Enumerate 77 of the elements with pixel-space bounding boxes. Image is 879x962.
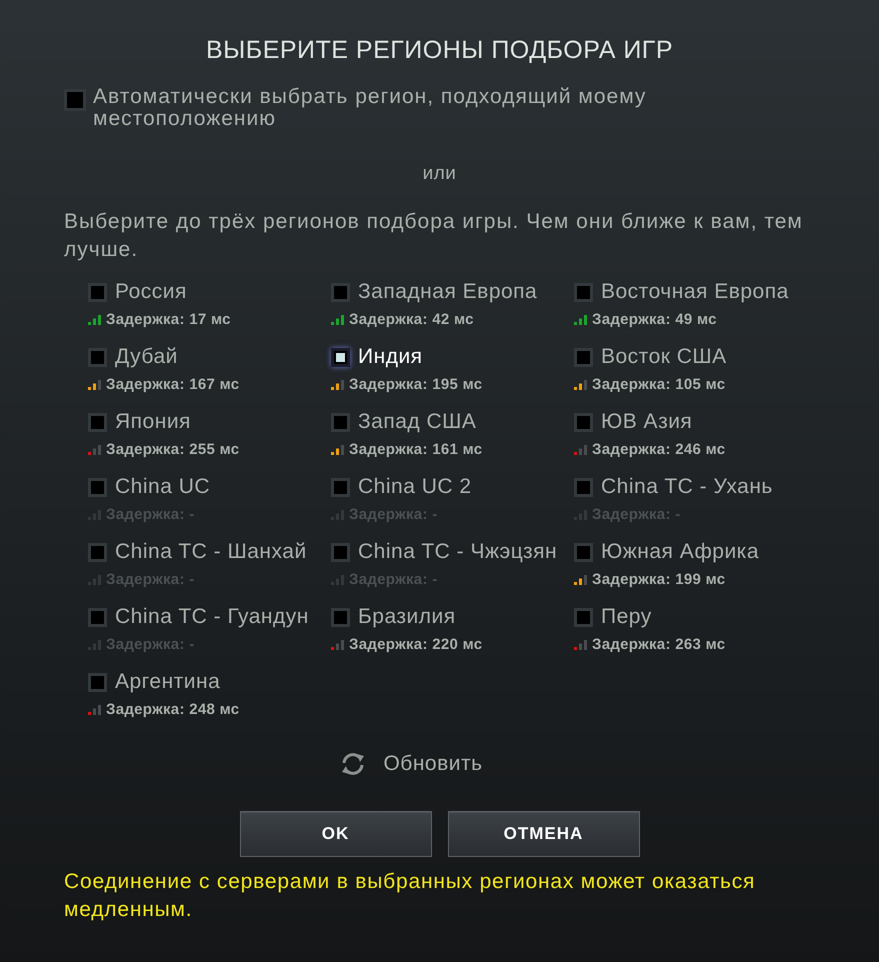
latency-label: Задержка: 220 мс [349,635,482,655]
signal-bars-icon [574,640,588,650]
region-name[interactable]: China TC - Гуандун [115,605,309,629]
latency-label: Задержка: 42 мс [349,310,474,330]
signal-bars-icon [88,380,102,390]
auto-region-label[interactable]: Автоматически выбрать регион, подходящий моему местоположению [93,86,693,130]
region-name[interactable]: Западная Европа [358,280,538,304]
signal-bars-icon [574,575,588,585]
warning-text: Соединение с серверами в выбранных регионах может оказаться медленным. [64,869,756,923]
latency-label: Задержка: 255 мс [106,440,240,460]
region-name[interactable]: China TC - Ухань [601,475,773,499]
latency-label: Задержка: 49 мс [592,310,717,330]
region-name[interactable]: Восток США [601,345,727,369]
checkbox[interactable] [88,672,107,692]
checkbox[interactable] [88,412,107,432]
region-name[interactable]: Индия [358,345,423,369]
latency-label: Задержка: 248 мс [106,700,240,720]
checkbox[interactable] [331,608,350,626]
checkbox[interactable] [574,412,593,432]
cancel-button[interactable]: ОТМЕНА [448,811,640,857]
checkbox[interactable] [88,478,107,496]
checkbox[interactable] [574,608,593,626]
signal-bars-icon [331,575,345,585]
checkbox[interactable] [88,542,107,562]
checkbox[interactable] [574,282,593,302]
checkbox[interactable] [574,542,593,562]
checkbox[interactable] [574,348,593,366]
region-name[interactable]: ЮВ Азия [601,410,692,434]
region-name[interactable]: Аргентина [115,670,220,694]
region-name[interactable]: China TC - Чжэцзян [358,540,558,564]
signal-bars-icon [574,380,588,390]
region-name[interactable]: China TC - Шанхай [115,540,307,564]
region-name[interactable]: Дубай [115,345,178,369]
signal-bars-icon [88,705,102,715]
latency-label: Задержка: 263 мс [592,635,726,655]
signal-bars-icon [331,380,345,390]
latency-label: Задержка: 17 мс [106,310,231,330]
region-name[interactable]: Южная Африка [601,540,760,564]
refresh-icon [340,752,366,776]
latency-label: Задержка: 199 мс [592,570,726,590]
region-name[interactable]: Япония [115,410,191,434]
signal-bars-icon [88,445,102,455]
latency-label: Задержка: 161 мс [349,440,482,460]
refresh-button[interactable]: Обновить [340,752,483,776]
signal-bars-icon [331,315,345,325]
region-name[interactable]: Россия [115,280,187,304]
checkbox[interactable] [574,478,593,496]
checkbox[interactable] [88,608,107,626]
separator-label: или [422,162,456,186]
region-name[interactable]: Запад США [358,410,476,434]
latency-label: Задержка: 246 мс [592,440,726,460]
signal-bars-icon [88,315,102,325]
signal-bars-icon [88,575,102,585]
instructions-text: Выберите до трёх регионов подбора игры. Чем они ближе к вам, тем лучше. [64,209,804,263]
ok-button[interactable]: OK [240,811,432,857]
checkbox[interactable] [64,89,86,111]
signal-bars-icon [574,445,588,455]
checkbox[interactable] [331,282,350,302]
checkbox[interactable] [331,478,350,496]
region-name[interactable]: Перу [601,605,652,629]
checkbox[interactable] [331,412,350,432]
region-name[interactable]: Восточная Европа [601,280,789,304]
latency-label: Задержка: 195 мс [349,375,482,395]
signal-bars-icon [88,640,102,650]
checkbox[interactable] [331,542,350,562]
signal-bars-icon [331,445,345,455]
checkbox[interactable] [88,282,107,302]
region-name[interactable]: China UC [115,475,210,499]
region-name[interactable]: Бразилия [358,605,456,629]
signal-bars-icon [574,315,588,325]
region-name[interactable]: China UC 2 [358,475,472,499]
signal-bars-icon [331,640,345,650]
checkbox[interactable] [88,348,107,366]
latency-label: Задержка: 167 мс [106,375,240,395]
checkbox[interactable] [331,348,350,366]
dialog-title: ВЫБЕРИТЕ РЕГИОНЫ ПОДБОРА ИГР [204,35,674,66]
latency-label: Задержка: 105 мс [592,375,726,395]
